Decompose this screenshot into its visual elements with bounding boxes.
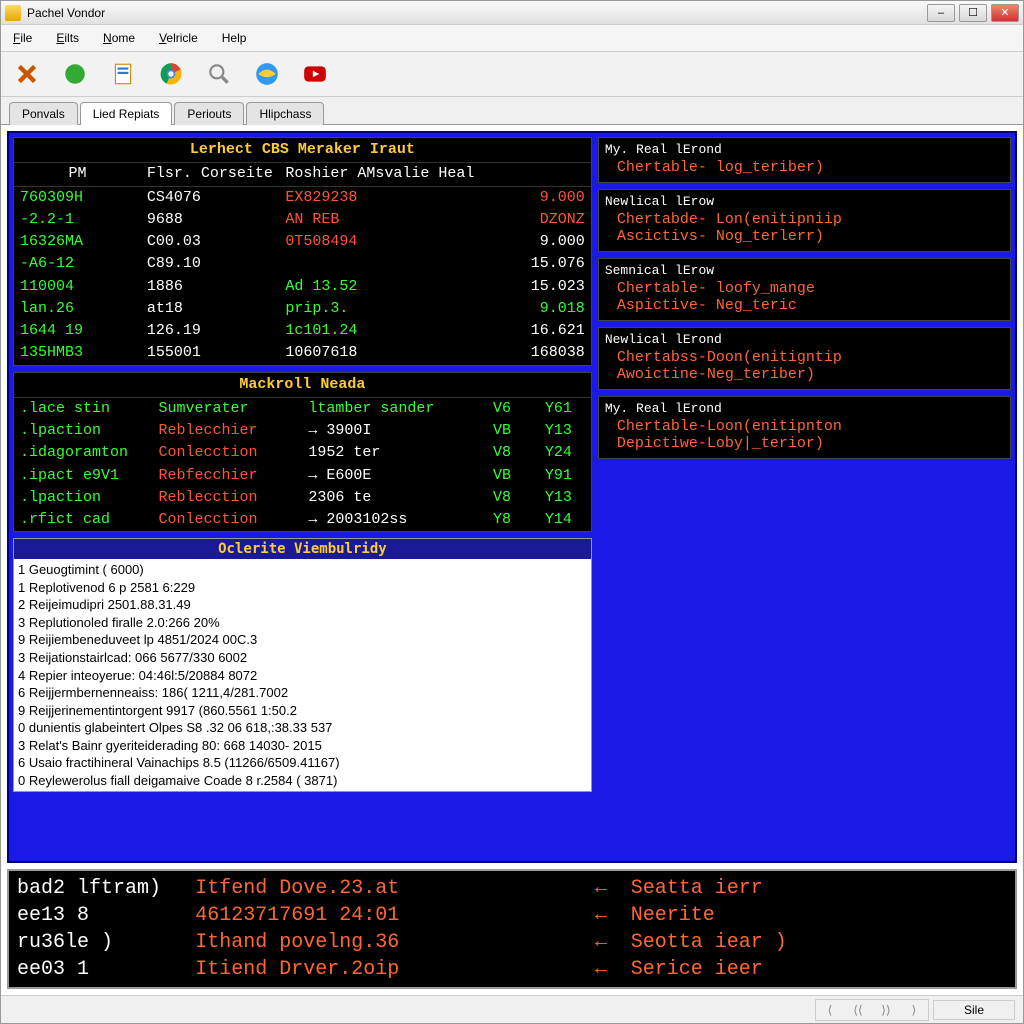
bottom-row: ru36le )Ithand povelng.36←Seotta iear ) xyxy=(17,929,1007,956)
side-panel-title: Semnical lErow xyxy=(605,261,1004,280)
nav-last-icon[interactable]: ⟩ xyxy=(900,1003,928,1017)
statusbar: ⟨ ⟨⟨ ⟩⟩ ⟩ Sile xyxy=(1,995,1023,1023)
side-panel-line: Chertable-Loon(enitipnton xyxy=(605,418,1004,435)
side-panel[interactable]: Semnical lErowChertable- loofy_mangeAspi… xyxy=(598,258,1011,321)
document-icon[interactable] xyxy=(107,58,139,90)
search-icon[interactable] xyxy=(203,58,235,90)
side-panel[interactable]: My. Real lErondChertable-Loon(enitipnton… xyxy=(598,396,1011,459)
bottom-terminal: bad2 lftram)Itfend Dove.23.at←Seatta ier… xyxy=(7,869,1017,989)
status-icon[interactable] xyxy=(59,58,91,90)
side-panels: My. Real lErondChertable- log_teriber)Ne… xyxy=(598,137,1011,857)
menu-help[interactable]: Help xyxy=(218,29,251,47)
app-icon xyxy=(5,5,21,21)
log-line: 0 dunientis glabeintert Olpes S8 .32 06 … xyxy=(18,719,587,737)
log-body[interactable]: 1 Geuogtimint ( 6000)1 Replotivenod 6 p … xyxy=(14,559,591,791)
log-line: 9 Reijjerinementintorgent 9917 (860.5561… xyxy=(18,702,587,720)
table-row[interactable]: .lpactionReblecchier→ 3900IVBY13 xyxy=(14,420,591,442)
maximize-button[interactable]: ☐ xyxy=(959,4,987,22)
bottom-row: bad2 lftram)Itfend Dove.23.at←Seatta ier… xyxy=(17,875,1007,902)
main-area: Lerhect CBS Meraker Iraut PM Flsr. Corse… xyxy=(1,125,1023,995)
side-panel[interactable]: Newlical lErondChertabss-Doon(enitigntip… xyxy=(598,327,1011,390)
nav-buttons: ⟨ ⟨⟨ ⟩⟩ ⟩ xyxy=(815,999,929,1021)
side-panel-title: Newlical lErow xyxy=(605,192,1004,211)
table-row[interactable]: -2.2-19688AN REBDZONZ xyxy=(14,209,591,231)
table1-header: PM Flsr. Corseite Roshier AMsvalie Heal … xyxy=(14,163,591,186)
data-table-1: Lerhect CBS Meraker Iraut PM Flsr. Corse… xyxy=(13,137,592,366)
side-panel-title: My. Real lErond xyxy=(605,140,1004,159)
log-line: 1 Geuogtimint ( 6000) xyxy=(18,561,587,579)
side-panel-line: Chertabss-Doon(enitigntip xyxy=(605,349,1004,366)
tab-periouts[interactable]: Periouts xyxy=(174,102,244,125)
log-line: 3 Reijationstairlcad: 066 5677/330 6002 xyxy=(18,649,587,667)
nav-prev-icon[interactable]: ⟨⟨ xyxy=(844,1003,872,1017)
table-row[interactable]: 760309HCS4076EX8292389.000 xyxy=(14,187,591,209)
menu-elits[interactable]: Eilts xyxy=(52,29,83,47)
side-panel-line: Chertable- loofy_mange xyxy=(605,280,1004,297)
side-panel-line: Aspictive- Neg_teric xyxy=(605,297,1004,314)
bottom-row: ee03 1Itiend Drver.2oip←Serice ieer xyxy=(17,956,1007,983)
table1-title: Lerhect CBS Meraker Iraut xyxy=(14,138,591,163)
log-line: 6 Usaio fractihineral Vainachips 8.5 (11… xyxy=(18,754,587,772)
chrome-icon[interactable] xyxy=(155,58,187,90)
table-row[interactable]: .ipact e9V1Rebfecchier→ E600EVBY91 xyxy=(14,465,591,487)
log-title: Oclerite Viembulridy xyxy=(14,539,591,559)
window-title: Pachel Vondor xyxy=(27,6,927,20)
log-line: 0 Reylewerolus fiall deigamaive Coade 8 … xyxy=(18,772,587,790)
side-panel-title: Newlical lErond xyxy=(605,330,1004,349)
blue-panel: Lerhect CBS Meraker Iraut PM Flsr. Corse… xyxy=(7,131,1017,863)
minimize-button[interactable]: – xyxy=(927,4,955,22)
tab-lied-repiats[interactable]: Lied Repiats xyxy=(80,102,173,125)
log-line: 1 Replotivenod 6 p 2581 6:229 xyxy=(18,579,587,597)
tabbar: Ponvals Lied Repiats Periouts Hlipchass xyxy=(1,97,1023,125)
main-window: Pachel Vondor – ☐ ✕ File Eilts Nome Velr… xyxy=(0,0,1024,1024)
menu-file[interactable]: File xyxy=(9,29,36,47)
youtube-icon[interactable] xyxy=(299,58,331,90)
table-row[interactable]: .lpactionReblecction 2306 teV8Y13 xyxy=(14,487,591,509)
log-panel: Oclerite Viembulridy 1 Geuogtimint ( 600… xyxy=(13,538,592,792)
titlebar[interactable]: Pachel Vondor – ☐ ✕ xyxy=(1,1,1023,25)
table-row[interactable]: -A6-12C89.1015.076 xyxy=(14,253,591,275)
menu-velricle[interactable]: Velricle xyxy=(155,29,202,47)
nav-first-icon[interactable]: ⟨ xyxy=(816,1003,844,1017)
table-row[interactable]: .lace stinSumveraterltamber sanderV6Y61 xyxy=(14,398,591,420)
log-line: 6 Reijjermbernenneaiss: 186( 1211,4/281.… xyxy=(18,684,587,702)
table-row[interactable]: 135HMB315500110607618168038 xyxy=(14,342,591,364)
bottom-row: ee13 846123717691 24:01←Neerite xyxy=(17,902,1007,929)
side-panel-line: Awoictine-Neg_teriber) xyxy=(605,366,1004,383)
nav-next-icon[interactable]: ⟩⟩ xyxy=(872,1003,900,1017)
menubar: File Eilts Nome Velricle Help xyxy=(1,25,1023,52)
table-row[interactable]: .idagoramtonConlecction 1952 terV8Y24 xyxy=(14,442,591,464)
side-panel-title: My. Real lErond xyxy=(605,399,1004,418)
log-line: 9 Reijiembeneduveet lp 4851/2024 00C.3 xyxy=(18,631,587,649)
table-row[interactable]: .rfict cadConlecction→ 2003102ssY8Y14 xyxy=(14,509,591,531)
table2-title: Mackroll Neada xyxy=(14,373,591,398)
table-row[interactable]: 1100041886Ad 13.5215.023 xyxy=(14,276,591,298)
log-line: 3 Relat's Bainr gyeriteiderading 80: 668… xyxy=(18,737,587,755)
side-panel-line: Depictiwe-Loby|_terior) xyxy=(605,435,1004,452)
table-row[interactable]: 16326MAC00.030T5084949.000 xyxy=(14,231,591,253)
tab-ponvals[interactable]: Ponvals xyxy=(9,102,78,125)
side-panel-line: Ascictivs- Nog_terlerr) xyxy=(605,228,1004,245)
toolbar xyxy=(1,52,1023,97)
tab-hlipchass[interactable]: Hlipchass xyxy=(246,102,324,125)
browser-icon[interactable] xyxy=(251,58,283,90)
log-line: 4 Repier inteoyerue: 04:46l:5/20884 8072 xyxy=(18,667,587,685)
menu-nome[interactable]: Nome xyxy=(99,29,139,47)
cancel-icon[interactable] xyxy=(11,58,43,90)
status-site[interactable]: Sile xyxy=(933,1000,1015,1020)
log-line: 3 Replutionoled firalle 2.0:266 20% xyxy=(18,614,587,632)
side-panel-line: Chertable- log_teriber) xyxy=(605,159,1004,176)
table-row[interactable]: 1644 19126.191c101.2416.621 xyxy=(14,320,591,342)
log-line: 2 Reijeimudipri 2501.88.31.49 xyxy=(18,596,587,614)
side-panel[interactable]: My. Real lErondChertable- log_teriber) xyxy=(598,137,1011,183)
side-panel-line: Chertabde- Lon(enitipniip xyxy=(605,211,1004,228)
data-table-2: Mackroll Neada .lace stinSumveraterltamb… xyxy=(13,372,592,533)
side-panel[interactable]: Newlical lErowChertabde- Lon(enitipniipA… xyxy=(598,189,1011,252)
close-button[interactable]: ✕ xyxy=(991,4,1019,22)
table-row[interactable]: lan.26at18prip.3.9.018 xyxy=(14,298,591,320)
